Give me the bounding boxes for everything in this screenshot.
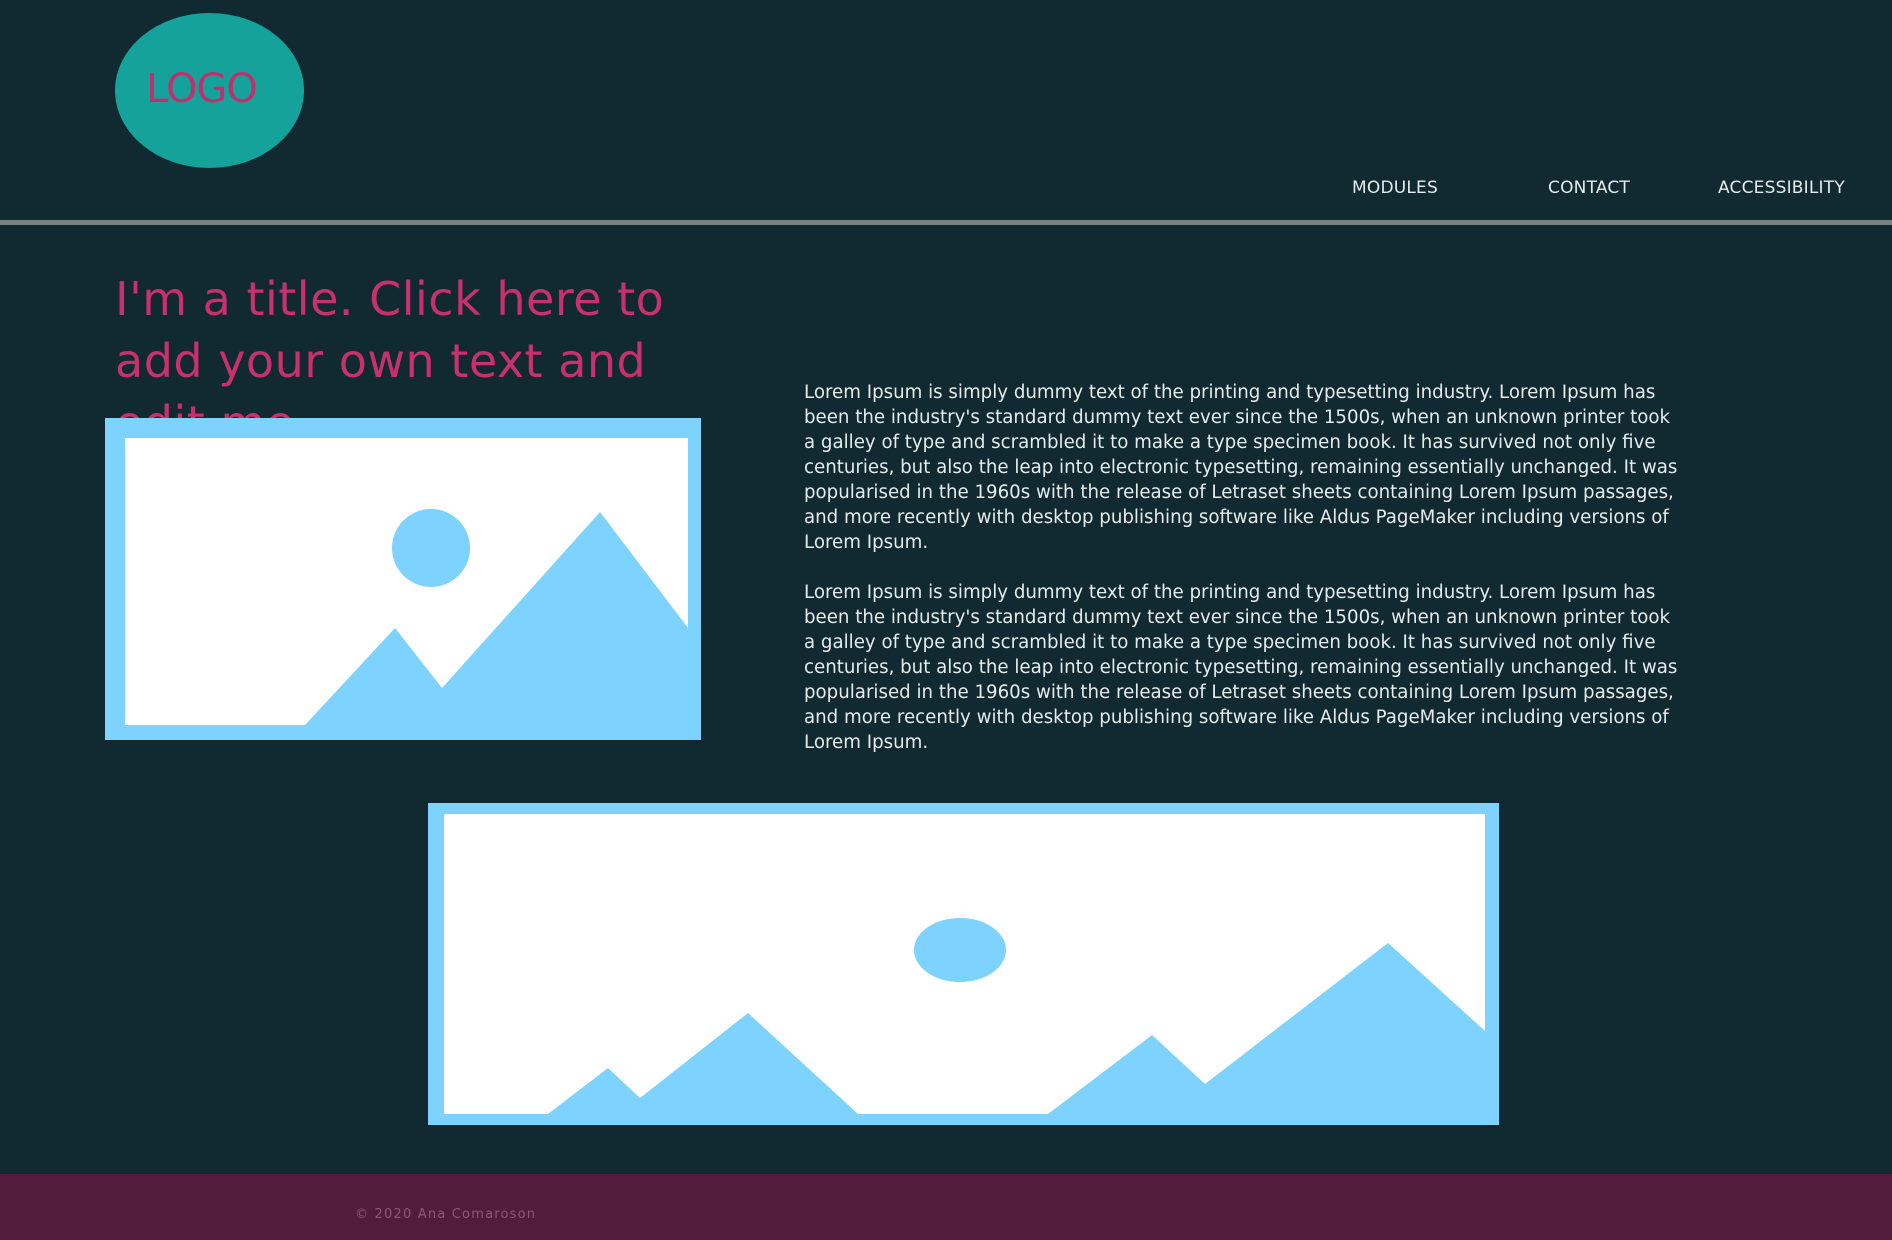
nav-accessibility[interactable]: ACCESSIBILITY — [1718, 178, 1845, 198]
body-text: Lorem Ipsum is simply dummy text of the … — [804, 380, 1684, 780]
header-divider — [0, 220, 1892, 225]
image-placeholder-icon — [444, 814, 1485, 1114]
logo[interactable]: LOGO — [115, 13, 304, 168]
image-placeholder-icon — [125, 438, 688, 725]
footer: © 2020 Ana Comaroson — [0, 1174, 1892, 1240]
paragraph-2: Lorem Ipsum is simply dummy text of the … — [804, 582, 1678, 753]
logo-text: LOGO — [146, 65, 258, 112]
nav-contact[interactable]: CONTACT — [1548, 178, 1630, 198]
image-placeholder-left[interactable] — [105, 418, 701, 740]
nav-modules[interactable]: MODULES — [1352, 178, 1438, 198]
paragraph-1: Lorem Ipsum is simply dummy text of the … — [804, 382, 1678, 553]
copyright-text: © 2020 Ana Comaroson — [355, 1207, 537, 1222]
image-placeholder-wide[interactable] — [428, 803, 1499, 1125]
